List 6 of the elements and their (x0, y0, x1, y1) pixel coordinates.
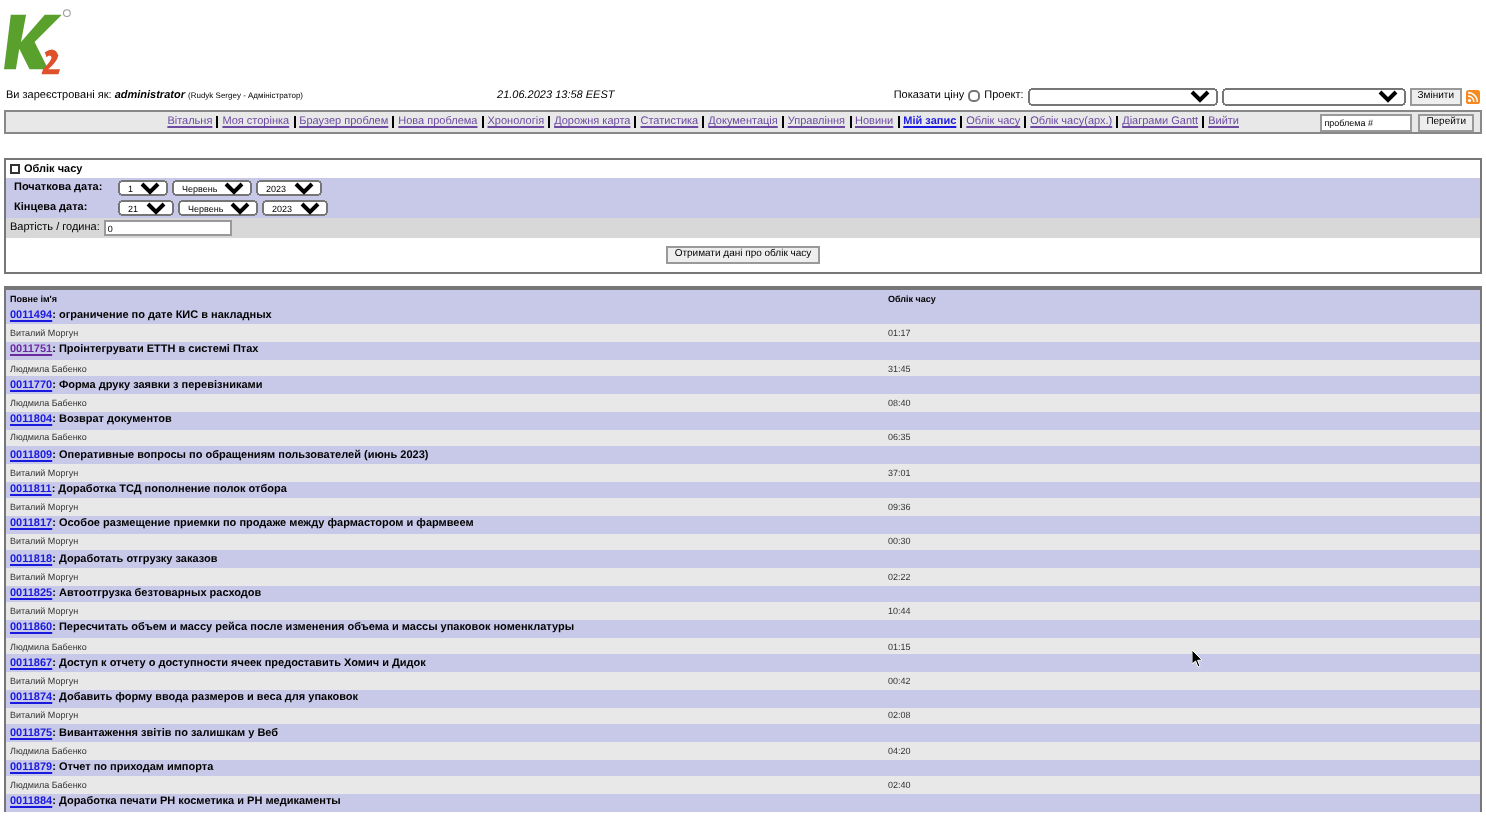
mouse-cursor-icon (1192, 650, 1204, 668)
project-select[interactable] (1027, 87, 1218, 105)
collapse-icon[interactable] (10, 164, 20, 174)
subproject-select[interactable] (1221, 87, 1406, 105)
show-price-checkbox[interactable] (968, 90, 981, 102)
logo-icon (4, 8, 72, 76)
